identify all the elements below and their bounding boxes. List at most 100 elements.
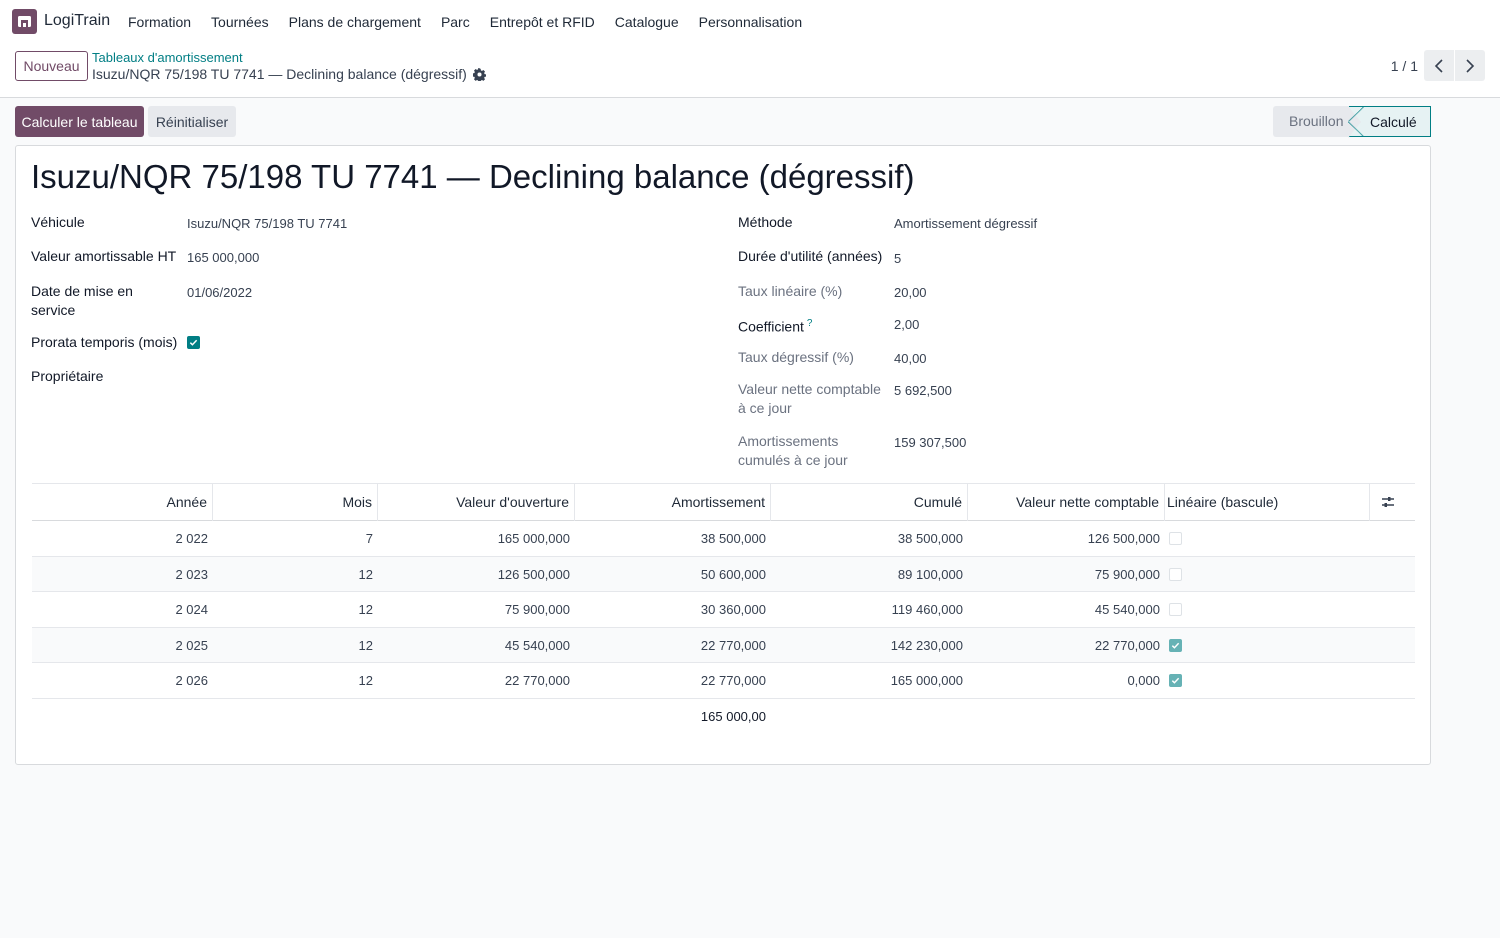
coefficient-label-text: Coefficient [738, 318, 804, 335]
prorata-label: Prorata temporis (mois) [31, 334, 178, 350]
col-months[interactable]: Mois [213, 484, 378, 521]
cell-net-book-value: 22 770,000 [1094, 637, 1160, 653]
compute-table-button[interactable]: Calculer le tableau [15, 106, 144, 137]
menu-formation[interactable]: Formation [118, 0, 201, 44]
coefficient-value[interactable]: 2,00 [894, 315, 919, 334]
cell-year: 2 026 [175, 673, 208, 689]
cell-months: 7 [365, 531, 373, 546]
cell-depreciation: 22 770,000 [700, 637, 766, 653]
menu-personnalisation[interactable]: Personnalisation [689, 0, 813, 44]
cell-opening-value: 45 540,000 [504, 637, 570, 653]
cell-net-book-value: 0,000 [1127, 673, 1160, 689]
cell-year: 2 023 [175, 566, 208, 582]
cell-cumulative: 38 500,000 [897, 531, 963, 546]
breadcrumb-current: Isuzu/NQR 75/198 TU 7741 — Declining bal… [92, 66, 486, 82]
table-footer: 165 000,00 [32, 699, 1415, 733]
checkmark-icon [1171, 678, 1180, 685]
table-row[interactable]: 2 022 7 165 000,000 38 500,000 38 500,000 126… [32, 521, 1415, 557]
menu-tournees[interactable]: Tournées [201, 0, 279, 44]
cell-depreciation: 30 360,000 [700, 602, 766, 618]
app-name[interactable]: LogiTrain [44, 12, 110, 30]
cell-cumulative: 142 230,000 [890, 637, 963, 653]
pager-value[interactable]: 1 / 1 [1378, 58, 1418, 74]
main-menu: Formation Tournées Plans de chargement P… [118, 0, 812, 44]
col-net-book-value[interactable]: Valeur nette comptable [968, 484, 1165, 521]
cumulated-depreciation-label: Amortissements cumulés à ce jour [738, 433, 848, 468]
duration-value[interactable]: 5 [894, 249, 901, 268]
cell-cumulative: 119 460,000 [891, 602, 963, 618]
col-year[interactable]: Année [32, 484, 213, 521]
service-date-value[interactable]: 01/06/2022 [187, 283, 252, 302]
table-row[interactable]: 2 025 12 45 540,000 22 770,000 142 230,000 22… [32, 627, 1415, 664]
cell-opening-value: 22 770,000 [504, 673, 570, 689]
cell-opening-value: 165 000,000 [497, 531, 570, 546]
linear-switch-checkbox [1169, 567, 1182, 581]
form-sheet: Isuzu/NQR 75/198 TU 7741 — Declining bal… [15, 145, 1431, 765]
cell-depreciation: 50 600,000 [700, 566, 766, 582]
linear-rate-value: 20,00 [894, 285, 927, 300]
cell-months: 12 [358, 602, 373, 618]
degressive-rate-label: Taux dégressif (%) [738, 349, 854, 365]
cell-months: 12 [358, 566, 373, 582]
menu-parc[interactable]: Parc [431, 0, 480, 44]
cell-net-book-value: 75 900,000 [1094, 566, 1160, 582]
depreciable-value[interactable]: 165 000,000 [187, 248, 259, 267]
col-depreciation[interactable]: Amortissement [575, 484, 771, 521]
cell-net-book-value: 45 540,000 [1094, 602, 1160, 618]
chevron-left-icon [1434, 58, 1443, 73]
col-opening-value[interactable]: Valeur d'ouverture [378, 484, 575, 521]
coefficient-label: Coefficient? [738, 314, 812, 337]
help-tooltip-icon[interactable]: ? [807, 318, 813, 329]
gear-icon[interactable] [472, 67, 486, 81]
cell-cumulative: 165 000,000 [890, 673, 963, 689]
table-row[interactable]: 2 026 12 22 770,000 22 770,000 165 000,000 0,… [32, 663, 1415, 699]
table-row[interactable]: 2 023 12 126 500,000 50 600,000 89 100,000 75… [32, 556, 1415, 593]
linear-switch-checkbox [1169, 674, 1182, 688]
top-navbar: LogiTrain Formation Tournées Plans de ch… [0, 0, 1500, 44]
cell-depreciation: 22 770,000 [700, 673, 766, 689]
total-depreciation: 165 000,00 [700, 708, 766, 724]
cell-opening-value: 126 500,000 [497, 566, 570, 582]
cell-months: 12 [358, 673, 373, 689]
menu-plans-chargement[interactable]: Plans de chargement [279, 0, 431, 44]
table-row[interactable]: 2 024 12 75 900,000 30 360,000 119 460,000 45… [32, 592, 1415, 628]
table-body: 2 022 7 165 000,000 38 500,000 38 500,000 126… [32, 521, 1415, 699]
service-date-label: Date de mise en service [31, 283, 133, 318]
depreciable-value-label: Valeur amortissable HT [31, 248, 177, 264]
column-settings-icon[interactable] [1381, 495, 1395, 512]
pager-next-button[interactable] [1455, 50, 1485, 81]
status-draft[interactable]: Brouillon [1273, 106, 1349, 137]
method-label: Méthode [738, 214, 793, 230]
new-button[interactable]: Nouveau [15, 51, 88, 81]
cell-depreciation: 38 500,000 [700, 531, 766, 546]
cell-net-book-value: 126 500,000 [1087, 531, 1160, 546]
pager-previous-button[interactable] [1424, 50, 1454, 81]
control-panel: Nouveau Tableaux d'amortissement Isuzu/N… [0, 44, 1500, 98]
menu-entrepot-rfid[interactable]: Entrepôt et RFID [480, 0, 605, 44]
breadcrumb-parent[interactable]: Tableaux d'amortissement [92, 50, 243, 65]
cell-year: 2 025 [175, 637, 208, 653]
chevron-right-icon [1466, 58, 1475, 73]
cell-cumulative: 89 100,000 [897, 566, 963, 582]
menu-catalogue[interactable]: Catalogue [605, 0, 689, 44]
status-computed[interactable]: Calculé [1348, 106, 1431, 138]
table-header: Année Mois Valeur d'ouverture Amortissem… [32, 483, 1415, 521]
app-home-icon[interactable] [12, 9, 37, 34]
vehicle-label: Véhicule [31, 214, 85, 230]
depreciation-table: Année Mois Valeur d'ouverture Amortissem… [32, 483, 1415, 733]
linear-rate-label: Taux linéaire (%) [738, 283, 843, 299]
method-value[interactable]: Amortissement dégressif [894, 214, 1037, 233]
linear-switch-checkbox [1169, 603, 1182, 617]
status-bar: Brouillon Calculé [1273, 106, 1431, 138]
col-linear-switch[interactable]: Linéaire (bascule) [1165, 484, 1370, 521]
prorata-checkbox[interactable] [187, 336, 200, 349]
vehicle-value[interactable]: Isuzu/NQR 75/198 TU 7741 [187, 214, 347, 233]
net-book-value: 5 692,500 [894, 383, 952, 398]
checkmark-icon [189, 339, 198, 346]
record-title: Isuzu/NQR 75/198 TU 7741 — Declining bal… [31, 158, 915, 195]
reset-button[interactable]: Réinitialiser [148, 106, 236, 137]
linear-switch-checkbox [1169, 532, 1182, 545]
col-cumulative[interactable]: Cumulé [771, 484, 968, 521]
cell-months: 12 [358, 637, 373, 653]
owner-label: Propriétaire [31, 368, 104, 384]
